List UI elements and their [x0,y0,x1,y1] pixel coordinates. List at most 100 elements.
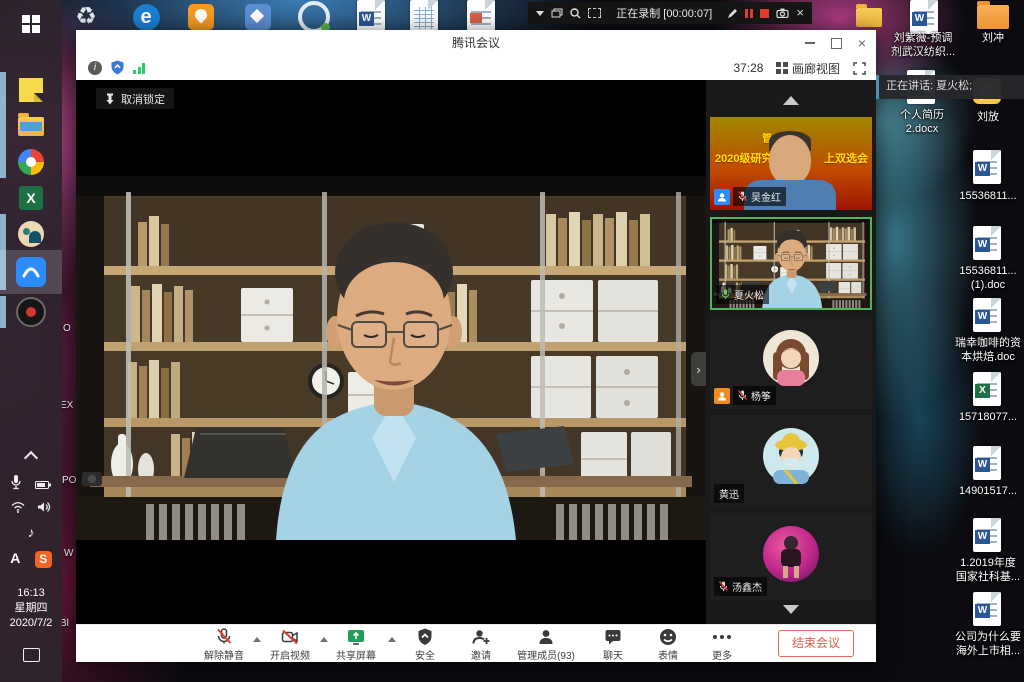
label-fragment: PO [62,475,76,486]
close-button[interactable]: × [858,38,866,48]
invite-button[interactable]: 邀请 [451,628,511,662]
end-meeting-button[interactable]: 结束会议 [778,630,854,657]
grid-icon [776,62,788,74]
recycle-bin-icon[interactable]: ♻ [70,2,102,32]
marked-doc-icon[interactable] [465,2,497,32]
show-hidden-icons[interactable] [0,450,62,468]
desktop-file-gongsi[interactable] [971,594,1003,624]
word-file-icon [973,226,1001,260]
taskbar-clock[interactable]: 16:13 星期四 2020/7/2 [0,586,62,631]
tray-row-2[interactable] [0,500,62,518]
flame-app-icon[interactable] [185,2,217,32]
start-button[interactable] [15,8,47,40]
screenshot-camera-icon[interactable] [776,8,789,18]
taskbar-browser[interactable] [15,146,47,178]
edge-browser-icon[interactable] [130,2,162,32]
security-shield-icon[interactable] [111,60,124,75]
action-center-button[interactable] [0,648,62,667]
stop-record-icon[interactable] [760,9,769,18]
share-screen-icon [346,627,366,647]
desktop-file-excel[interactable] [971,374,1003,404]
speaking-indicator-banner: 正在讲话: 夏火松; [876,75,1024,99]
desktop-file-1553a[interactable] [971,152,1003,182]
scroll-down-arrow[interactable] [706,605,876,614]
magnifier-icon[interactable] [570,8,581,19]
start-video-button[interactable]: 开启视频 [260,628,320,662]
tray-row-3[interactable]: A [0,550,62,568]
box-app-icon[interactable] [242,2,274,32]
region-select-icon[interactable] [588,8,601,18]
sidebar-collapse-handle[interactable]: › [691,352,706,386]
gallery-view-toggle[interactable]: 画廊视图 [776,60,840,77]
members-icon [536,627,556,647]
pinwheel-icon [18,149,44,175]
mic-muted-icon [214,627,234,647]
windows-taskbar: ♪ A 16:13 星期四 2020/7/2 [0,0,62,682]
participant-thumb-wujinhong[interactable]: 管 2020级研究生 上双选会 吴金红 [710,117,872,210]
maximize-button[interactable] [831,38,842,49]
host-badge-icon [714,189,730,205]
box-icon [245,4,271,30]
close-recorder-icon[interactable]: × [796,7,804,19]
file-label[interactable]: 刘放 [945,110,1024,124]
minimize-button[interactable] [805,42,815,44]
desktop-file-ruixing[interactable] [971,300,1003,330]
security-button[interactable]: 安全 [395,628,455,662]
ime-indicator[interactable]: A [10,550,20,566]
pause-record-icon[interactable] [745,9,753,18]
participant-thumb-yangzheng[interactable]: 杨筝 [710,317,872,409]
word-doc-icon[interactable] [355,2,387,32]
taskbar-recorder[interactable] [15,296,47,328]
taskbar-file-explorer[interactable] [15,110,47,142]
participant-thumb-xiahuosong[interactable]: 夏火松 [710,217,872,310]
fullscreen-icon[interactable] [853,62,866,75]
file-label[interactable]: 15536811...(1).doc [945,264,1024,292]
network-signal-icon [133,62,145,74]
ring-app-icon[interactable] [298,2,330,32]
participant-name: 杨筝 [751,388,771,403]
people-icon [18,221,44,247]
pencil-icon[interactable] [727,8,738,19]
more-button[interactable]: 更多 [692,628,752,662]
desktop-file-liuziwei[interactable] [908,2,940,32]
tray-music-app[interactable]: ♪ [0,524,62,540]
unmute-button[interactable]: 解除静音 [194,628,254,662]
share-screen-button[interactable]: 共享屏幕 [326,628,386,662]
running-indicator [0,72,6,178]
taskbar-sticky-notes[interactable] [15,74,47,106]
desktop-file-1553b[interactable] [971,228,1003,258]
desktop-file-2019[interactable] [971,520,1003,550]
file-label[interactable]: 15536811... [945,189,1024,203]
participant-thumb-huangxun[interactable]: 黄迅 [710,415,872,507]
scroll-up-arrow[interactable] [706,96,876,105]
file-label[interactable]: 1.2019年度国家社科基... [945,556,1024,584]
desktop-folder-liuchong[interactable] [977,2,1009,32]
participant-thumb-tangxinjie[interactable]: 汤鑫杰 [710,513,872,600]
meeting-toolbar: 解除静音 开启视频 共享屏幕 安全 邀请 管理成 [76,624,876,662]
file-label[interactable]: 公司为什么要海外上市相... [945,630,1024,658]
sogou-input-icon[interactable] [35,551,52,568]
recorder-dropdown-icon[interactable] [536,11,544,16]
file-label[interactable]: 刘冲 [950,31,1024,45]
recorder-window-icon[interactable] [551,8,563,18]
spreadsheet-doc-icon[interactable] [408,2,440,32]
unpin-button[interactable]: 取消锁定 [96,88,174,109]
tray-row-1[interactable] [0,474,62,495]
taskbar-contacts-app[interactable] [15,218,47,250]
window-titlebar[interactable]: 腾讯会议 × [76,30,876,56]
file-label[interactable]: 15718077... [945,410,1024,424]
shield-icon [415,627,435,647]
file-label[interactable]: 14901517... [945,484,1024,498]
file-label[interactable]: 瑞幸咖啡的资本烘焙.doc [945,336,1024,364]
desktop-file-1490[interactable] [971,448,1003,478]
emoji-button[interactable]: 表情 [638,628,698,662]
mic-muted-icon [738,191,747,202]
gallery-view-label: 画廊视图 [792,60,840,77]
taskbar-excel[interactable] [15,182,47,214]
partial-folder-icon[interactable] [853,2,885,32]
chat-button[interactable]: 聊天 [583,628,643,662]
folder-icon [977,5,1009,29]
meeting-info-icon[interactable] [88,61,102,75]
manage-members-button[interactable]: 管理成员(93) [506,628,586,662]
taskbar-tencent-meeting[interactable] [15,256,47,288]
